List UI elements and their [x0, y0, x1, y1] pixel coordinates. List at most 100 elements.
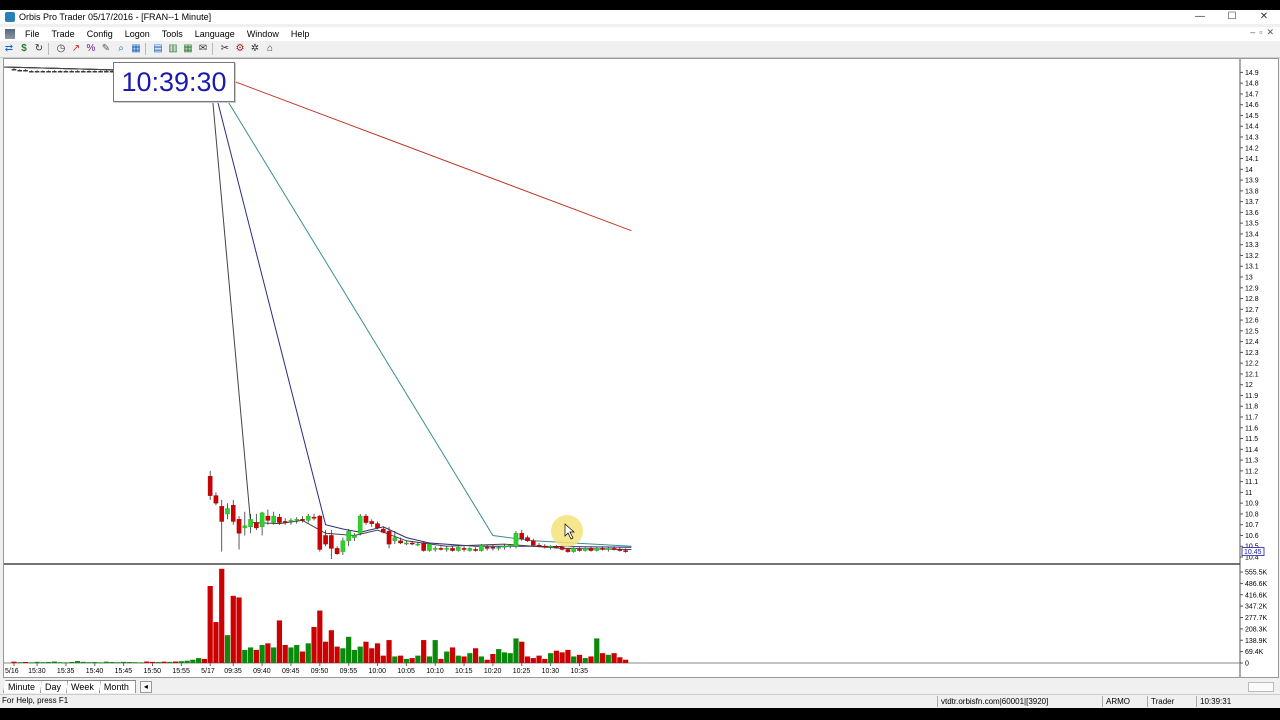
candle-body	[473, 549, 478, 551]
tab-month[interactable]: Month	[98, 680, 136, 693]
volume-bar	[553, 650, 559, 663]
time-tick-label: 10:30	[542, 668, 560, 675]
tools-icon[interactable]: ✂	[219, 43, 231, 55]
candle-body	[207, 476, 213, 496]
time-tick-label: 09:40	[253, 668, 271, 675]
tab-week[interactable]: Week	[66, 680, 101, 693]
volume-bar	[190, 659, 196, 663]
candle-body	[92, 71, 98, 73]
menu-file[interactable]: File	[19, 29, 46, 39]
volume-bar	[138, 662, 144, 664]
candle-body	[519, 533, 525, 539]
volume-bar	[230, 595, 236, 663]
volume-bar	[409, 658, 415, 663]
candle-body	[582, 548, 588, 551]
pencil-icon[interactable]: ✎	[100, 43, 112, 55]
home-icon[interactable]: ⌂	[264, 43, 276, 55]
volume-bar	[605, 654, 611, 663]
candle-body	[265, 515, 271, 521]
menu-tools[interactable]: Tools	[156, 29, 189, 39]
menu-trade[interactable]: Trade	[46, 29, 81, 39]
menu-language[interactable]: Language	[189, 29, 241, 39]
volume-bar	[109, 662, 115, 663]
volume-bar	[247, 647, 254, 663]
volume-bar	[305, 643, 311, 663]
grid-icon[interactable]: ▦	[130, 43, 142, 55]
maximize-button[interactable]: ☐	[1216, 10, 1248, 24]
volume-bar	[432, 640, 438, 663]
percent-icon[interactable]: %	[85, 43, 97, 55]
table-icon[interactable]: ▦	[182, 43, 194, 55]
menu-window[interactable]: Window	[241, 29, 285, 39]
candle-body	[571, 548, 576, 552]
volume-bar	[501, 652, 508, 663]
horizontal-scrollbar[interactable]	[1248, 682, 1274, 692]
time-tick-label: 5/16	[5, 668, 19, 675]
price-volume-chart[interactable]: 14.9 14.8 14.7 14.6 14.5 14.4 14.3 14.2 14.1 14 13…	[4, 59, 1278, 677]
menu-logon[interactable]: Logon	[119, 29, 156, 39]
candle-body	[277, 516, 282, 523]
window-title: Orbis Pro Trader 05/17/2016 - [FRAN--1 M…	[19, 12, 212, 22]
menu-config[interactable]: Config	[81, 29, 119, 39]
candle-body	[421, 542, 426, 551]
transfer-icon[interactable]: ⇄	[3, 43, 15, 55]
mdi-close-button[interactable]: ✕	[1266, 27, 1274, 38]
volume-bar	[28, 662, 34, 664]
volume-tick-label: 0	[1245, 661, 1249, 668]
candle-body	[29, 71, 34, 73]
chart-add-icon[interactable]: ▥	[167, 43, 179, 55]
gear-icon[interactable]: ✲	[249, 43, 261, 55]
time-tick-label: 10:15	[455, 668, 473, 675]
close-button[interactable]: ✕	[1248, 10, 1280, 24]
menu-help[interactable]: Help	[285, 29, 316, 39]
mail-icon[interactable]: ✉	[197, 43, 209, 55]
volume-bar	[236, 597, 242, 663]
tab-scroll-left-button[interactable]: ◂	[139, 680, 152, 693]
price-tick-label: 14.9	[1245, 70, 1259, 77]
price-tick-label: 12.7	[1245, 307, 1259, 314]
candle-body	[525, 537, 530, 542]
price-tick-label: 12.9	[1245, 285, 1259, 292]
mdi-minimize-button[interactable]: –	[1250, 27, 1255, 38]
volume-bar	[121, 661, 127, 663]
candle-body	[438, 548, 444, 550]
status-server: vtdtr.orbisfn.com|60001|[3920]	[937, 696, 1101, 707]
candle-body	[346, 530, 351, 542]
zoom-icon[interactable]: ⌕	[115, 43, 127, 55]
dollar-icon[interactable]: $	[18, 43, 30, 55]
clock-icon[interactable]: ◷	[55, 43, 67, 55]
volume-bar	[421, 640, 427, 663]
mdi-child-icon[interactable]	[5, 29, 15, 39]
price-tick-label: 14	[1245, 167, 1253, 174]
chart-icon[interactable]: ▤	[152, 43, 164, 55]
minimize-button[interactable]: —	[1184, 10, 1216, 24]
volume-bar	[617, 657, 623, 663]
settings-icon[interactable]: ⚙	[234, 43, 246, 55]
mdi-restore-button[interactable]: ▫	[1259, 27, 1262, 38]
volume-bar	[259, 644, 265, 663]
volume-tick-label: 277.7K	[1245, 615, 1268, 622]
price-tick-label: 14.4	[1245, 124, 1259, 131]
price-tick-label: 13.4	[1245, 231, 1259, 238]
volume-bar	[548, 653, 554, 663]
volume-bar	[513, 638, 519, 663]
volume-bar	[530, 658, 536, 663]
candle-body	[600, 548, 605, 550]
volume-bar	[496, 649, 502, 663]
price-tick-label: 13.3	[1245, 242, 1259, 249]
volume-bar	[467, 653, 473, 663]
volume-bar	[57, 662, 63, 663]
candle-body	[311, 516, 317, 519]
volume-bar	[369, 648, 375, 663]
candle-body	[357, 515, 363, 534]
volume-bar	[484, 659, 490, 663]
chart-panel[interactable]: 14.9 14.8 14.7 14.6 14.5 14.4 14.3 14.2 14.1 14 13…	[3, 58, 1279, 678]
volume-tick-label: 486.6K	[1245, 581, 1268, 588]
refresh-icon[interactable]: ↻	[33, 43, 45, 55]
tab-day[interactable]: Day	[40, 680, 69, 693]
candle-body	[392, 537, 398, 542]
volume-bar	[444, 651, 450, 663]
draw-icon[interactable]: ↗	[70, 43, 82, 55]
title-bar: Orbis Pro Trader 05/17/2016 - [FRAN--1 M…	[0, 10, 1280, 24]
tab-minute[interactable]: Minute	[3, 680, 43, 693]
